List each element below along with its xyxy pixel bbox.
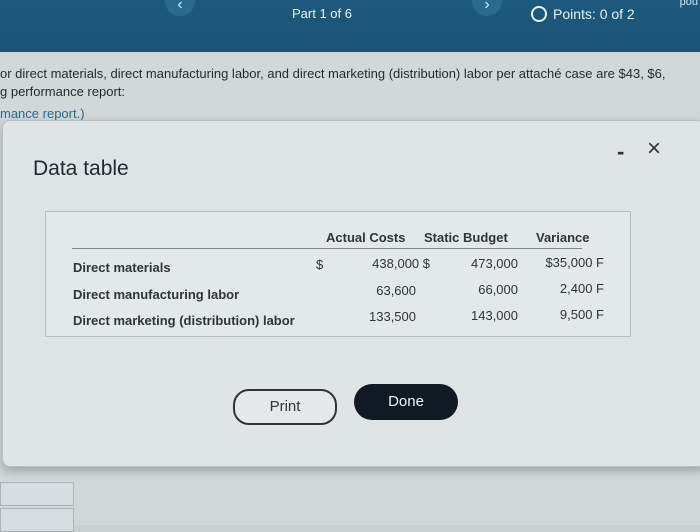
corner-fragment: pou	[679, 0, 698, 8]
close-icon[interactable]: ×	[647, 135, 661, 163]
budget-cell: 473,000	[471, 256, 518, 271]
header-divider	[72, 248, 582, 249]
currency-symbol: $	[316, 257, 324, 272]
row-label: Direct marketing (distribution) labor	[73, 313, 295, 328]
next-arrow-icon[interactable]: ›	[472, 0, 502, 16]
budget-cell: 143,000	[471, 308, 518, 323]
row-label: Direct materials	[73, 260, 171, 275]
actual-cost-cell: 63,600	[376, 283, 416, 298]
data-table: Actual Costs Static Budget Variance Dire…	[45, 211, 631, 337]
dialog-title: Data table	[33, 157, 129, 180]
question-text-line-1: or direct materials, direct manufacturin…	[0, 66, 666, 81]
previous-arrow-icon[interactable]: ‹	[165, 0, 195, 16]
variance-cell: 9,500 F	[559, 307, 604, 322]
points-indicator: Points: 0 of 2	[531, 6, 635, 22]
answer-input-box[interactable]	[0, 482, 74, 506]
assignment-header: ‹ › Part 1 of 6 Points: 0 of 2 pou	[0, 0, 700, 52]
actual-cost-cell: 438,000 $	[372, 256, 430, 271]
row-label: Direct manufacturing labor	[73, 287, 240, 302]
minimize-icon[interactable]: -	[617, 139, 624, 165]
budget-cell: 66,000	[478, 282, 518, 297]
points-circle-icon	[531, 6, 547, 22]
points-label: Points: 0 of 2	[553, 6, 635, 22]
question-text-line-3[interactable]: mance report.)	[0, 106, 85, 121]
part-indicator: Part 1 of 6	[292, 6, 352, 21]
data-table-dialog: Data table - × Actual Costs Static Budge…	[2, 120, 700, 467]
print-button[interactable]: Print	[233, 389, 337, 425]
question-text-line-2: g performance report:	[0, 84, 126, 99]
done-button[interactable]: Done	[354, 384, 458, 420]
variance-cell: 2,400 F	[559, 281, 604, 296]
column-header-actual: Actual Costs	[326, 230, 406, 245]
column-header-variance: Variance	[536, 230, 590, 245]
column-header-budget: Static Budget	[424, 230, 508, 245]
answer-input-box[interactable]	[0, 508, 74, 532]
variance-cell: $35,000 F	[545, 255, 604, 270]
actual-cost-cell: 133,500	[369, 309, 416, 324]
